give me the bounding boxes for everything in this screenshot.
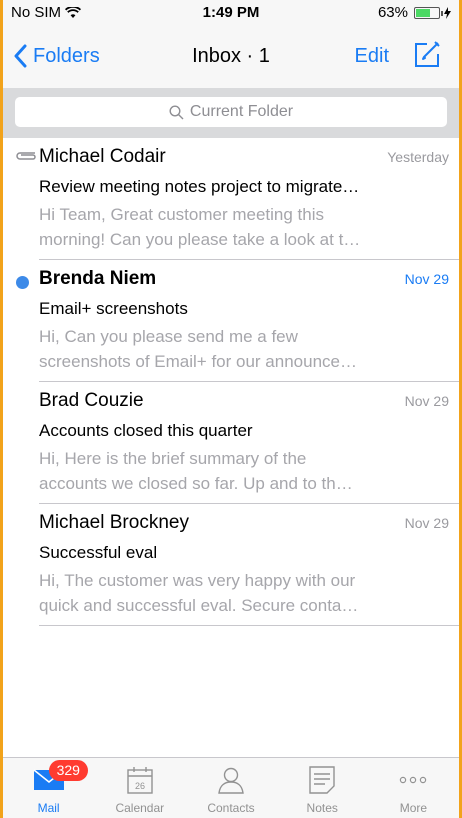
- preview-line: screenshots of Email+ for our announce…: [39, 352, 357, 371]
- battery-icon: [414, 6, 443, 19]
- message-subject: Review meeting notes project to migrate…: [39, 177, 360, 196]
- edit-button[interactable]: Edit: [355, 45, 389, 68]
- search-placeholder: Current Folder: [189, 103, 294, 120]
- calendar-day-number: 26: [135, 781, 145, 791]
- message-preview: Hi, Here is the brief summary of the acc…: [39, 446, 443, 496]
- message-date: Yesterday: [387, 149, 449, 165]
- message-preview: Hi Team, Great customer meeting this mor…: [39, 202, 443, 252]
- compose-icon: [415, 41, 440, 67]
- message-row[interactable]: Brad Couzie Nov 29 Accounts closed this …: [3, 382, 459, 504]
- tab-label: Notes: [306, 801, 338, 815]
- tab-mail[interactable]: 329 Mail: [3, 758, 94, 818]
- charging-bolt-icon: [444, 6, 451, 19]
- contacts-tab-icon-wrap: [217, 765, 245, 795]
- preview-line: morning! Can you please take a look at t…: [39, 230, 361, 249]
- tab-bar: 329 Mail 26 Calendar Contacts Notes More: [3, 757, 459, 818]
- person-icon: [218, 767, 244, 794]
- tab-more[interactable]: More: [368, 758, 459, 818]
- message-row[interactable]: Michael Codair Yesterday Review meeting …: [3, 138, 459, 260]
- unread-dot-icon: [16, 276, 29, 289]
- notes-tab-icon-wrap: [309, 765, 335, 795]
- message-subject: Accounts closed this quarter: [39, 421, 253, 440]
- status-bar: No SIM 1:49 PM 63%: [3, 0, 459, 24]
- message-subject: Successful eval: [39, 543, 158, 562]
- preview-line: quick and successful eval. Secure conta…: [39, 596, 359, 615]
- unread-count-badge: 329: [48, 760, 88, 781]
- message-preview: Hi, Can you please send me a few screens…: [39, 324, 443, 374]
- message-subject: Email+ screenshots: [39, 299, 188, 318]
- ellipsis-icon: [400, 776, 427, 784]
- message-sender: Michael Codair: [39, 146, 166, 167]
- battery-percent: 63%: [377, 4, 408, 21]
- tab-label: More: [399, 801, 428, 815]
- preview-line: Hi, The customer was very happy with our: [39, 571, 356, 590]
- search-input[interactable]: Current Folder: [15, 97, 447, 127]
- preview-line: Hi, Can you please send me a few: [39, 327, 298, 346]
- tab-label: Mail: [37, 801, 60, 815]
- more-tab-icon-wrap: [399, 765, 427, 795]
- tab-notes[interactable]: Notes: [277, 758, 368, 818]
- tab-calendar[interactable]: 26 Calendar: [94, 758, 185, 818]
- mail-app-screen: No SIM 1:49 PM 63% Folders Inbox · 1 Edi…: [0, 0, 462, 818]
- page-title: Inbox · 1: [192, 45, 270, 67]
- message-row[interactable]: Michael Brockney Nov 29 Successful eval …: [3, 504, 459, 626]
- search-area: Current Folder: [3, 88, 459, 138]
- message-preview: Hi, The customer was very happy with our…: [39, 568, 443, 618]
- message-list: Michael Codair Yesterday Review meeting …: [3, 138, 459, 626]
- compose-button[interactable]: [413, 40, 441, 73]
- preview-line: Hi Team, Great customer meeting this: [39, 205, 325, 224]
- calendar-icon: 26: [127, 767, 153, 794]
- calendar-tab-icon-wrap: 26: [127, 765, 153, 795]
- note-icon: [309, 766, 335, 794]
- search-icon: [169, 104, 184, 119]
- preview-line: accounts we closed so far. Up and to th…: [39, 474, 353, 493]
- paperclip-icon: [16, 152, 36, 160]
- message-date: Nov 29: [404, 393, 449, 409]
- tab-label: Calendar: [115, 801, 165, 815]
- message-date: Nov 29: [404, 271, 449, 287]
- battery-level: [416, 8, 430, 17]
- message-sender: Brenda Niem: [39, 268, 157, 289]
- preview-line: Hi, Here is the brief summary of the: [39, 449, 307, 468]
- navigation-bar: Folders Inbox · 1 Edit: [3, 24, 459, 88]
- message-sender: Michael Brockney: [39, 512, 189, 533]
- message-row[interactable]: Brenda Niem Nov 29 Email+ screenshots Hi…: [3, 260, 459, 382]
- tab-label: Contacts: [207, 801, 255, 815]
- message-sender: Brad Couzie: [39, 390, 144, 411]
- tab-contacts[interactable]: Contacts: [185, 758, 276, 818]
- status-right: 63%: [378, 4, 451, 21]
- battery-tip: [441, 10, 443, 16]
- message-date: Nov 29: [404, 515, 449, 531]
